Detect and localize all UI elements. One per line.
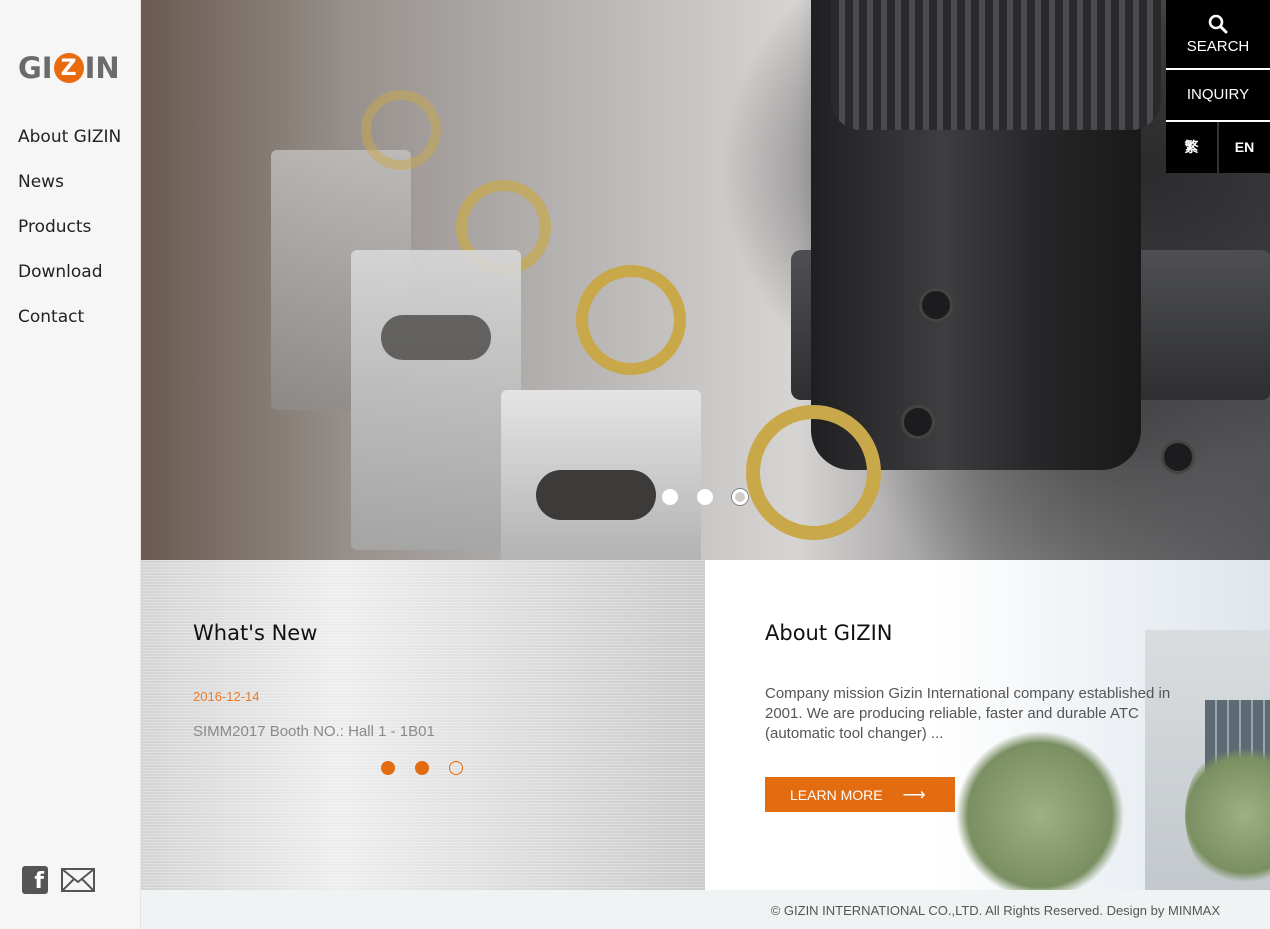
hero-bg-block [351, 250, 521, 550]
mail-icon[interactable] [61, 868, 95, 892]
nav-item-download[interactable]: Download [18, 259, 121, 304]
header-tools: SEARCH INQUIRY 繁 EN [1166, 0, 1270, 173]
search-label: SEARCH [1186, 37, 1250, 55]
news-headline[interactable]: SIMM2017 Booth NO.: Hall 1 - 1B01 [193, 723, 435, 740]
inquiry-button[interactable]: INQUIRY [1166, 70, 1270, 122]
learn-more-button[interactable]: LEARN MORE ⟶ [765, 777, 955, 812]
about-bg-tree [955, 730, 1125, 890]
main-nav: About GIZIN News Products Download Conta… [18, 124, 121, 349]
logo-text-right: IN [84, 51, 120, 85]
search-button[interactable]: SEARCH [1166, 0, 1270, 70]
hero-motor-ribs [831, 0, 1161, 130]
search-icon [1208, 14, 1228, 33]
logo-text-left: GI [18, 51, 53, 85]
copyright-text: © GIZIN INTERNATIONAL CO.,LTD. All Right… [770, 903, 1220, 918]
arrow-right-icon: ⟶ [902, 786, 926, 804]
lang-en-button[interactable]: EN [1219, 122, 1270, 173]
hero-slider-dot-1[interactable] [662, 489, 678, 505]
hero-banner [141, 0, 1270, 560]
sidebar: GI Z IN About GIZIN News Products Download… [0, 0, 141, 929]
news-slider-dots [381, 761, 463, 775]
facebook-icon[interactable]: f [22, 866, 48, 894]
news-slider-dot-2[interactable] [415, 761, 429, 775]
social-links: f [22, 866, 95, 894]
nav-item-contact[interactable]: Contact [18, 304, 121, 349]
footer: © GIZIN INTERNATIONAL CO.,LTD. All Right… [141, 890, 1270, 929]
news-slider-dot-1[interactable] [381, 761, 395, 775]
nav-item-products[interactable]: Products [18, 214, 121, 259]
about-text: Company mission Gizin International comp… [765, 685, 1171, 742]
whats-new-title: What's New [193, 621, 318, 645]
gizin-logo[interactable]: GI Z IN [18, 50, 124, 86]
hero-bolt [1161, 440, 1195, 474]
nav-item-news[interactable]: News [18, 169, 121, 214]
logo-z-mark: Z [53, 53, 84, 83]
hero-bg-ring [576, 265, 686, 375]
hero-bolt [901, 405, 935, 439]
hero-slider-dots [662, 489, 748, 505]
about-title: About GIZIN [765, 621, 893, 645]
whats-new-panel: What's New 2016-12-14 SIMM2017 Booth NO.… [141, 560, 705, 890]
about-panel: About GIZIN Company mission Gizin Intern… [705, 560, 1270, 890]
hero-bg-ring [746, 405, 881, 540]
hero-bg-slot [381, 315, 491, 360]
learn-more-label: LEARN MORE [790, 786, 883, 803]
language-switcher: 繁 EN [1166, 122, 1270, 173]
hero-slider-dot-2[interactable] [697, 489, 713, 505]
news-date: 2016-12-14 [193, 689, 260, 704]
news-slider-dot-3[interactable] [449, 761, 463, 775]
hero-slider-dot-3[interactable] [732, 489, 748, 505]
nav-item-about[interactable]: About GIZIN [18, 124, 121, 169]
lang-tc-button[interactable]: 繁 [1166, 122, 1217, 173]
hero-bolt [919, 288, 953, 322]
hero-bg-slot [536, 470, 656, 520]
hero-bg-ring [361, 90, 441, 170]
